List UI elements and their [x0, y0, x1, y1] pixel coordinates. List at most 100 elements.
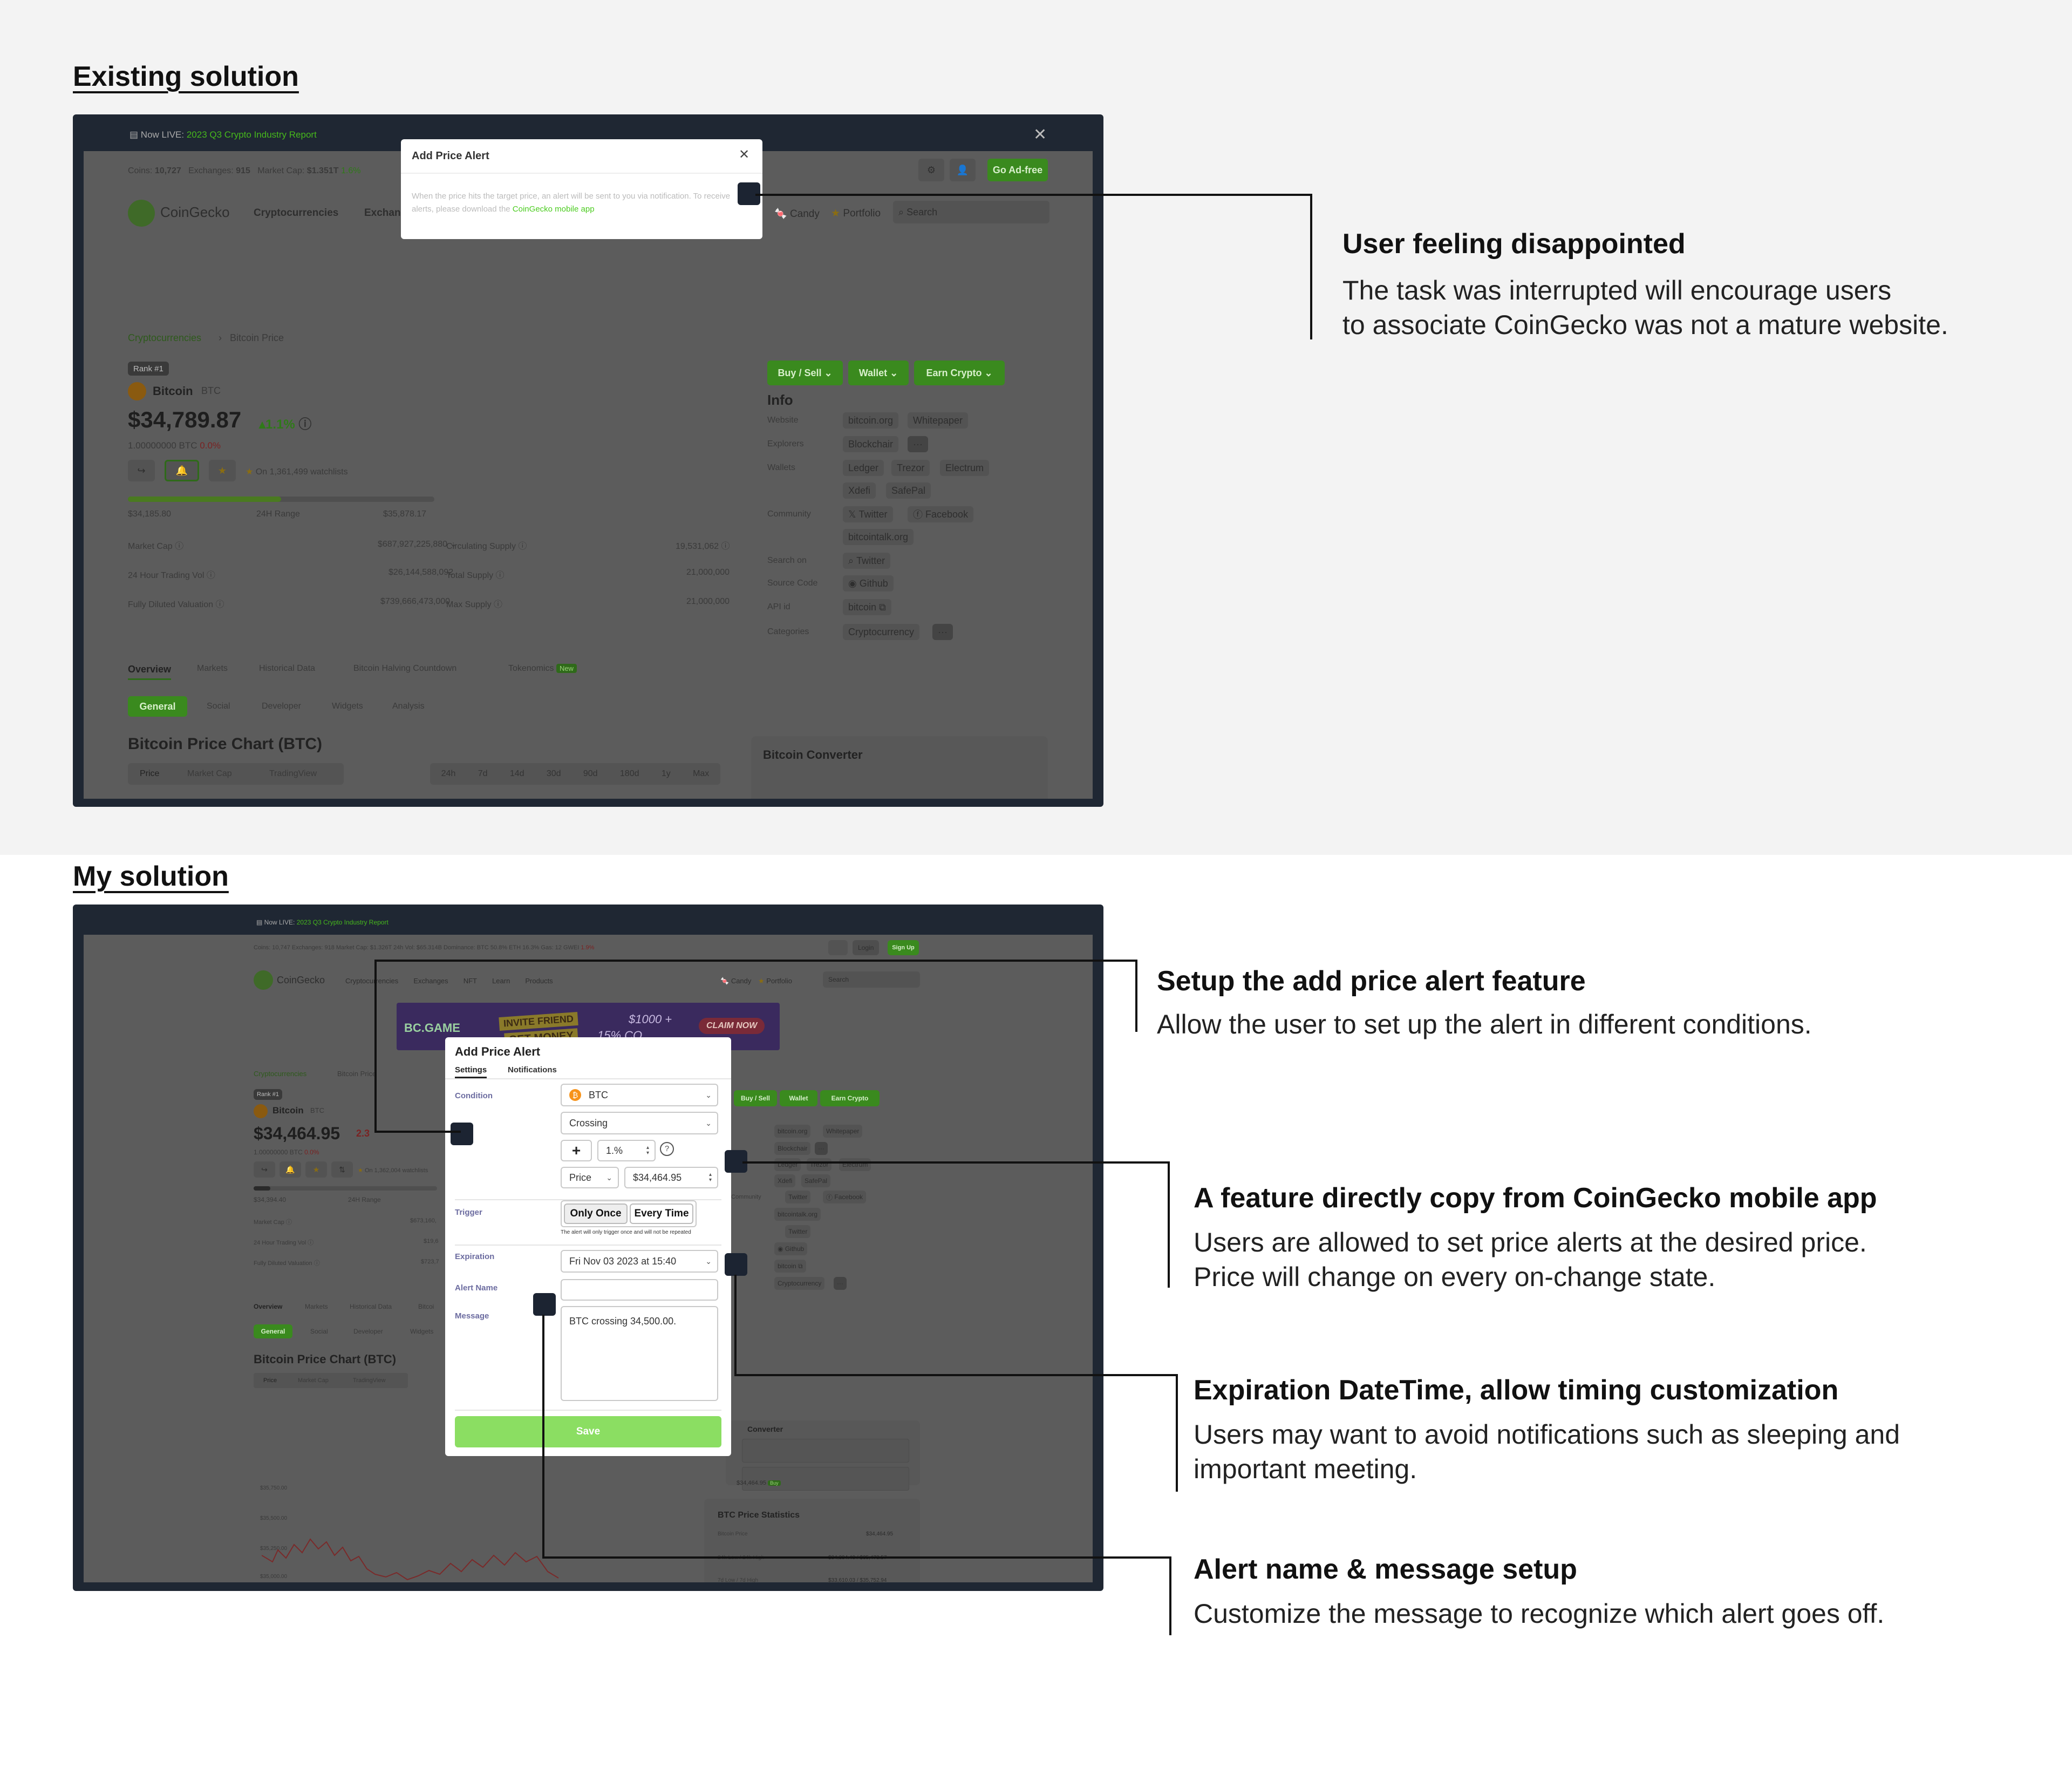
range-14d[interactable]: 14d: [510, 769, 524, 779]
close-banner-icon[interactable]: ✕: [1033, 125, 1047, 144]
percent-stepper[interactable]: 1.% ▴ ▾: [597, 1140, 656, 1161]
range-30d[interactable]: 30d: [547, 769, 561, 779]
info-chip[interactable]: ◉ Github: [843, 575, 894, 591]
alert-name-input[interactable]: [561, 1279, 718, 1301]
user-icon[interactable]: 👤: [950, 159, 976, 181]
subtab-analysis[interactable]: Analysis: [392, 702, 425, 711]
coin-select[interactable]: ₿ BTC ⌄: [561, 1084, 718, 1106]
tab-historical-data[interactable]: Historical Data: [350, 1303, 392, 1310]
more-chip[interactable]: ···: [932, 624, 953, 640]
info-chip[interactable]: bitcoin ⧉: [774, 1260, 806, 1273]
breadcrumb-cryptocurrencies[interactable]: Cryptocurrencies: [254, 1070, 306, 1078]
tab-markets[interactable]: Markets: [197, 664, 228, 674]
nav-cryptocurrencies[interactable]: Cryptocurrencies: [345, 977, 398, 985]
info-chip[interactable]: Twitter: [785, 1225, 811, 1238]
nav-products[interactable]: Products: [525, 977, 553, 985]
wallet-button[interactable]: Wallet ⌄: [848, 361, 909, 385]
tab-overview[interactable]: Overview: [128, 664, 172, 680]
price-type-select[interactable]: Price ⌄: [561, 1167, 619, 1188]
share-icon[interactable]: ↪: [128, 460, 155, 481]
info-chip[interactable]: Trezor: [807, 1158, 832, 1171]
info-chip[interactable]: Twitter: [785, 1191, 811, 1203]
chart-tab-price[interactable]: Price: [263, 1377, 277, 1384]
trade-icon[interactable]: ⇅: [331, 1161, 353, 1178]
trigger-every-time[interactable]: Every Time: [630, 1203, 693, 1224]
info-chip[interactable]: SafePal: [801, 1174, 831, 1187]
login-button[interactable]: Login: [853, 940, 880, 955]
wallet-button[interactable]: Wallet: [780, 1090, 817, 1106]
star-watchlist-icon[interactable]: ★: [209, 460, 236, 481]
chart-tab-marketcap[interactable]: Market Cap: [187, 769, 232, 779]
info-chip[interactable]: Blockchair: [843, 436, 899, 452]
subtab-general[interactable]: General: [254, 1324, 292, 1338]
subtab-general[interactable]: General: [128, 696, 187, 717]
info-chip[interactable]: Electrum: [940, 460, 990, 476]
info-chip[interactable]: 𝕏 Twitter: [843, 506, 893, 522]
info-chip[interactable]: Blockchair: [774, 1142, 811, 1155]
breadcrumb-cryptocurrencies[interactable]: Cryptocurrencies: [128, 332, 201, 344]
more-chip[interactable]: ···: [834, 1277, 847, 1290]
chart-tab-price[interactable]: Price: [140, 769, 159, 779]
info-chip[interactable]: bitcoin ⧉: [843, 599, 891, 615]
info-chip[interactable]: ⓕ Facebook: [908, 506, 974, 522]
banner-link[interactable]: 2023 Q3 Crypto Industry Report: [297, 919, 388, 926]
more-chip[interactable]: ···: [815, 1142, 828, 1155]
buy-sell-button[interactable]: Buy / Sell: [734, 1090, 777, 1106]
info-chip[interactable]: bitcointalk.org: [843, 529, 914, 545]
info-chip[interactable]: ⌕ Twitter: [843, 553, 891, 569]
go-adfree-button[interactable]: Go Ad-free: [987, 159, 1048, 181]
search-input[interactable]: Search: [823, 971, 920, 988]
range-7d[interactable]: 7d: [478, 769, 488, 779]
more-chip[interactable]: ···: [908, 436, 928, 452]
info-chip[interactable]: Xdefi: [774, 1174, 796, 1187]
subtab-social[interactable]: Social: [207, 702, 230, 711]
expiration-datetime-select[interactable]: Fri Nov 03 2023 at 15:40 ⌄: [561, 1250, 718, 1273]
converter-output[interactable]: [742, 1467, 909, 1491]
condition-type-select[interactable]: Crossing ⌄: [561, 1112, 718, 1134]
signup-button[interactable]: Sign Up: [888, 940, 919, 955]
share-icon[interactable]: ↪: [254, 1161, 275, 1178]
nav-candy[interactable]: 🍬 Candy: [774, 207, 820, 220]
save-button[interactable]: Save: [455, 1416, 721, 1447]
earn-crypto-button[interactable]: Earn Crypto: [820, 1090, 880, 1106]
info-chip[interactable]: Ledger: [774, 1158, 801, 1171]
mobile-app-link[interactable]: CoinGecko mobile app: [513, 205, 595, 214]
nav-learn[interactable]: Learn: [492, 977, 510, 985]
theme-toggle[interactable]: [828, 940, 848, 955]
range-24h[interactable]: 24h: [441, 769, 456, 779]
bell-alert-icon[interactable]: 🔔: [165, 460, 199, 481]
info-chip[interactable]: Cryptocurrency: [774, 1277, 825, 1290]
close-icon[interactable]: ✕: [739, 147, 749, 162]
info-chip[interactable]: ◉ Github: [774, 1242, 808, 1255]
plus-button[interactable]: +: [561, 1140, 592, 1161]
tab-historical-data[interactable]: Historical Data: [259, 664, 315, 674]
info-chip[interactable]: bitcointalk.org: [774, 1208, 821, 1221]
info-chip[interactable]: SafePal: [886, 482, 931, 499]
nav-nft[interactable]: NFT: [464, 977, 477, 985]
tab-settings[interactable]: Settings: [455, 1065, 487, 1078]
info-chip[interactable]: Whitepaper: [823, 1125, 863, 1138]
nav-exchanges[interactable]: Exchanges: [413, 977, 448, 985]
star-watchlist-icon[interactable]: ★: [305, 1161, 327, 1178]
range-90d[interactable]: 90d: [583, 769, 598, 779]
banner-link[interactable]: 2023 Q3 Crypto Industry Report: [187, 130, 317, 140]
subtab-developer[interactable]: Developer: [353, 1328, 383, 1335]
subtab-widgets[interactable]: Widgets: [332, 702, 363, 711]
tab-halving[interactable]: Bitcoi: [418, 1303, 434, 1310]
chart-tab-tradingview[interactable]: TradingView: [353, 1377, 386, 1384]
bell-alert-icon[interactable]: 🔔: [280, 1161, 301, 1178]
info-chip[interactable]: Xdefi: [843, 482, 876, 499]
search-input[interactable]: ⌕ Search: [893, 201, 1049, 223]
range-1y[interactable]: 1y: [662, 769, 671, 779]
subtab-social[interactable]: Social: [310, 1328, 328, 1335]
trigger-only-once[interactable]: Only Once: [564, 1203, 628, 1224]
info-chip[interactable]: Electrum: [839, 1158, 871, 1171]
info-chip[interactable]: Trezor: [891, 460, 930, 476]
range-180d[interactable]: 180d: [620, 769, 639, 779]
tab-markets[interactable]: Markets: [305, 1303, 328, 1310]
help-icon[interactable]: ?: [660, 1142, 674, 1156]
settings-gear-icon[interactable]: ⚙: [918, 159, 944, 181]
subtab-widgets[interactable]: Widgets: [410, 1328, 433, 1335]
info-chip[interactable]: Whitepaper: [908, 412, 969, 429]
chart-tab-marketcap[interactable]: Market Cap: [298, 1377, 329, 1384]
